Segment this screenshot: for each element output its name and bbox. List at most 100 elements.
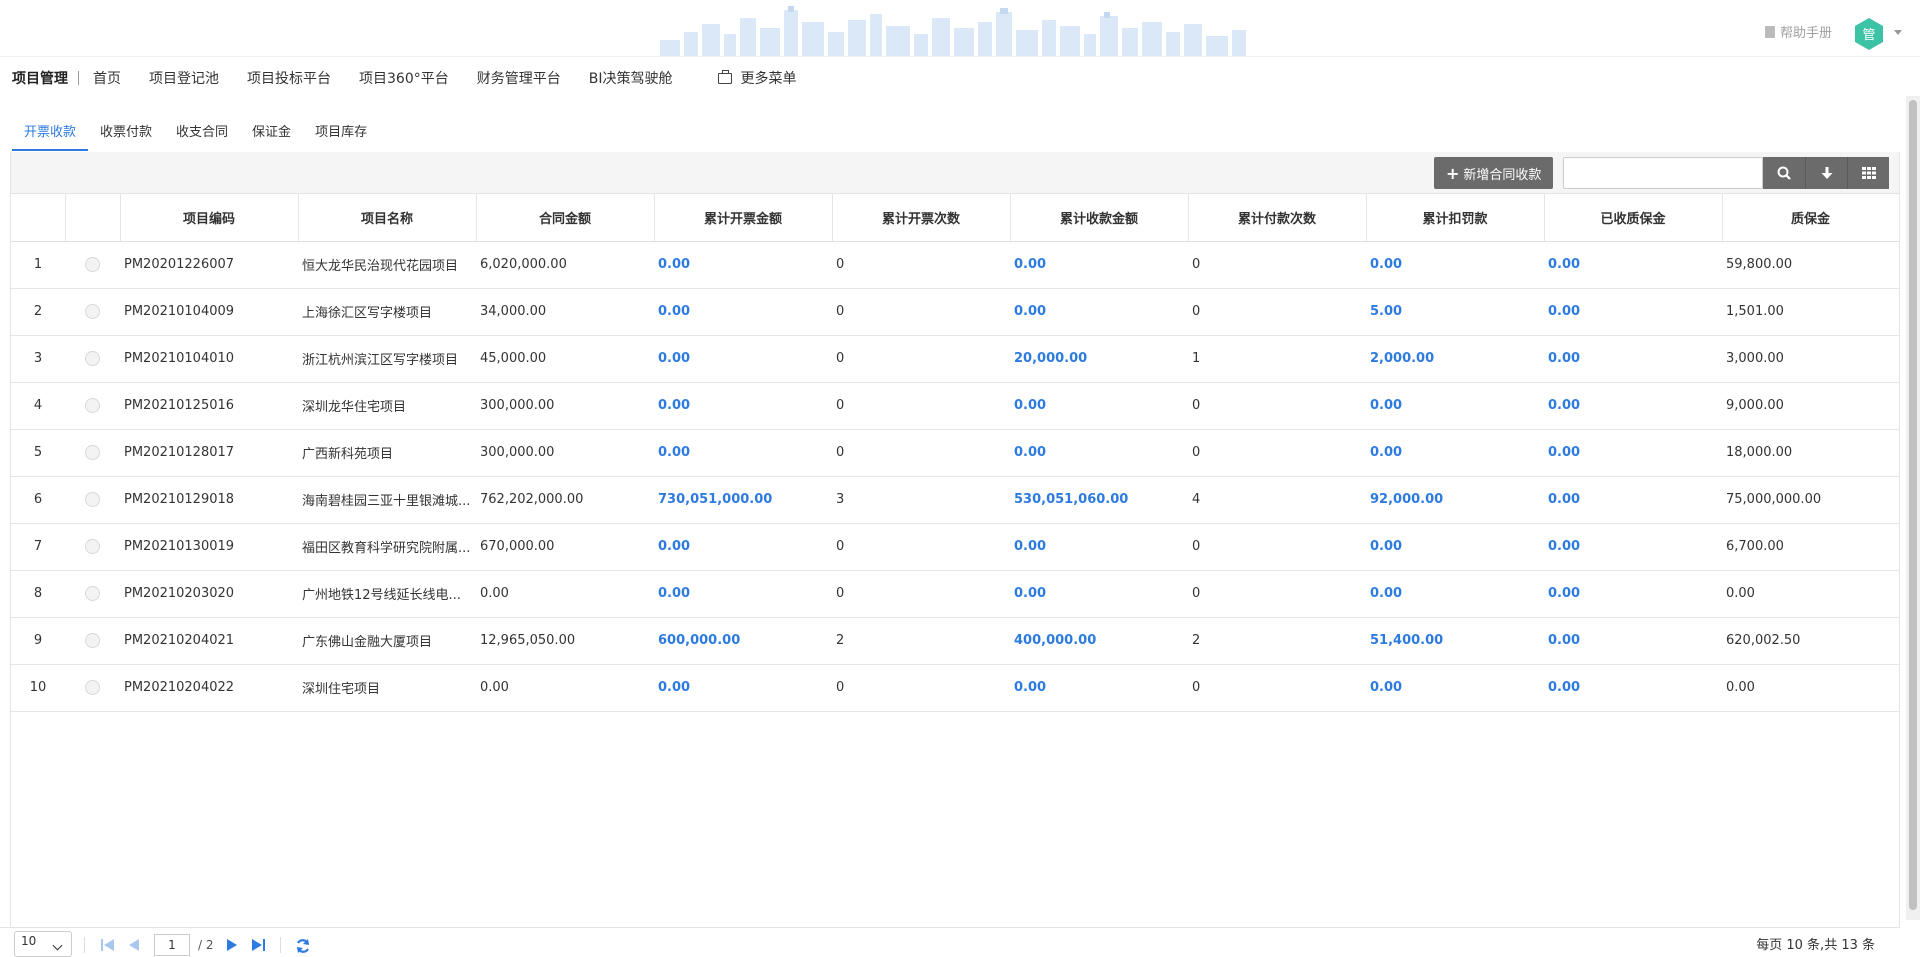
table-cell[interactable]: 0.00 [1366, 241, 1544, 289]
row-select-cell[interactable] [65, 429, 120, 477]
next-page-icon[interactable] [226, 938, 238, 952]
table-row[interactable]: 4 PM20210125016 深圳龙华住宅项目 300,000.00 0.00 0 0.0… [11, 382, 1899, 430]
add-contract-receipt-button[interactable]: + 新增合同收款 [1434, 157, 1554, 189]
column-header[interactable]: 已收质保金 [1544, 194, 1723, 242]
row-radio[interactable] [85, 398, 100, 413]
column-header[interactable]: 项目名称 [298, 194, 477, 242]
table-cell[interactable]: 0.00 [1366, 523, 1544, 571]
table-cell[interactable]: 0.00 [1010, 382, 1188, 430]
row-radio[interactable] [85, 680, 100, 695]
table-cell[interactable]: 0.00 [1366, 570, 1544, 618]
row-select-cell[interactable] [65, 241, 120, 289]
row-select-cell[interactable] [65, 523, 120, 571]
column-header[interactable]: 合同金额 [476, 194, 655, 242]
table-cell[interactable]: 0.00 [1544, 664, 1722, 712]
column-header[interactable]: 累计收款金额 [1010, 194, 1189, 242]
tab-invoice-receipt[interactable]: 开票收款 [12, 121, 89, 151]
table-cell[interactable]: 0.00 [1544, 570, 1722, 618]
nav-item-finance[interactable]: 财务管理平台 [477, 68, 561, 88]
row-radio[interactable] [85, 351, 100, 366]
table-row[interactable]: 7 PM20210130019 福田区教育科学研究院附属... 670,000.00 0… [11, 523, 1899, 571]
row-select-cell[interactable] [65, 335, 120, 383]
table-row[interactable]: 8 PM20210203020 广州地铁12号线延长线电... 0.00 0.00 0 0.… [11, 570, 1899, 618]
row-radio[interactable] [85, 633, 100, 648]
first-page-icon[interactable] [100, 938, 116, 952]
user-avatar[interactable]: 管 [1852, 17, 1886, 51]
column-header[interactable]: 累计开票次数 [832, 194, 1011, 242]
table-cell[interactable]: 530,051,060.00 [1010, 476, 1188, 524]
prev-page-icon[interactable] [128, 938, 140, 952]
help-manual-link[interactable]: 帮助手册 [1764, 22, 1832, 41]
search-input[interactable] [1563, 157, 1763, 189]
row-select-cell[interactable] [65, 664, 120, 712]
table-cell[interactable]: 0.00 [1366, 664, 1544, 712]
table-cell[interactable]: 92,000.00 [1366, 476, 1544, 524]
avatar-caret-icon[interactable] [1894, 30, 1902, 35]
table-cell[interactable]: 0.00 [1010, 664, 1188, 712]
table-cell[interactable]: 0.00 [1544, 429, 1722, 477]
row-select-cell[interactable] [65, 288, 120, 336]
nav-item-home[interactable]: 首页 [93, 68, 121, 88]
table-cell[interactable]: 0.00 [654, 382, 832, 430]
table-cell[interactable]: 0.00 [654, 241, 832, 289]
current-page-input[interactable]: 1 [154, 934, 190, 956]
row-radio[interactable] [85, 492, 100, 507]
column-header[interactable]: 累计付款次数 [1188, 194, 1367, 242]
search-button[interactable] [1763, 157, 1805, 189]
export-button[interactable] [1805, 157, 1847, 189]
nav-item-bi[interactable]: BI决策驾驶舱 [589, 68, 673, 88]
table-cell[interactable]: 0.00 [1010, 288, 1188, 336]
table-cell[interactable]: 0.00 [654, 664, 832, 712]
column-header[interactable]: 累计扣罚款 [1366, 194, 1545, 242]
table-row[interactable]: 1 PM20201226007 恒大龙华民治现代花园项目 6,020,000.00 0.… [11, 241, 1899, 289]
row-radio[interactable] [85, 586, 100, 601]
table-cell[interactable]: 0.00 [1544, 523, 1722, 571]
table-row[interactable]: 2 PM20210104009 上海徐汇区写字楼项目 34,000.00 0.00 0 0.… [11, 288, 1899, 336]
table-cell[interactable]: 0.00 [1010, 570, 1188, 618]
table-cell[interactable]: 0.00 [654, 429, 832, 477]
table-row[interactable]: 9 PM20210204021 广东佛山金融大厦项目 12,965,050.00 600… [11, 617, 1899, 665]
row-radio[interactable] [85, 304, 100, 319]
table-cell[interactable]: 0.00 [1544, 335, 1722, 383]
row-select-cell[interactable] [65, 617, 120, 665]
nav-item-bidding[interactable]: 项目投标平台 [247, 68, 331, 88]
nav-more-menu[interactable]: 更多菜单 [718, 68, 796, 88]
table-cell[interactable]: 0.00 [1544, 382, 1722, 430]
scrollbar-thumb[interactable] [1909, 100, 1917, 910]
table-row[interactable]: 3 PM20210104010 浙江杭州滨江区写字楼项目 45,000.00 0.00 0… [11, 335, 1899, 383]
tab-deposit[interactable]: 保证金 [240, 121, 303, 151]
table-cell[interactable]: 0.00 [1010, 429, 1188, 477]
nav-item-project360[interactable]: 项目360°平台 [359, 68, 449, 88]
table-cell[interactable]: 0.00 [1544, 241, 1722, 289]
vertical-scrollbar[interactable] [1906, 96, 1920, 920]
table-cell[interactable]: 0.00 [654, 335, 832, 383]
table-cell[interactable]: 730,051,000.00 [654, 476, 832, 524]
column-header[interactable]: 项目编码 [120, 194, 299, 242]
column-header[interactable]: 累计开票金额 [654, 194, 833, 242]
table-cell[interactable]: 0.00 [1544, 288, 1722, 336]
row-select-cell[interactable] [65, 476, 120, 524]
table-row[interactable]: 5 PM20210128017 广西新科苑项目 300,000.00 0.00 0 0.00… [11, 429, 1899, 477]
table-cell[interactable]: 0.00 [1544, 617, 1722, 665]
nav-item-registry[interactable]: 项目登记池 [149, 68, 219, 88]
refresh-icon[interactable] [295, 938, 311, 954]
table-cell[interactable]: 0.00 [1366, 382, 1544, 430]
tab-contracts[interactable]: 收支合同 [164, 121, 240, 151]
table-cell[interactable]: 0.00 [654, 570, 832, 618]
table-cell[interactable]: 20,000.00 [1010, 335, 1188, 383]
table-cell[interactable]: 0.00 [654, 523, 832, 571]
column-settings-button[interactable] [1847, 157, 1889, 189]
last-page-icon[interactable] [250, 938, 266, 952]
table-cell[interactable]: 0.00 [1010, 241, 1188, 289]
row-select-cell[interactable] [65, 570, 120, 618]
table-cell[interactable]: 5.00 [1366, 288, 1544, 336]
row-radio[interactable] [85, 445, 100, 460]
table-cell[interactable]: 0.00 [1010, 523, 1188, 571]
table-cell[interactable]: 400,000.00 [1010, 617, 1188, 665]
table-cell[interactable]: 51,400.00 [1366, 617, 1544, 665]
page-size-select[interactable]: 10 [14, 931, 72, 957]
table-row[interactable]: 6 PM20210129018 海南碧桂园三亚十里银滩城... 762,202,000… [11, 476, 1899, 524]
row-radio[interactable] [85, 539, 100, 554]
table-cell[interactable]: 600,000.00 [654, 617, 832, 665]
table-cell[interactable]: 0.00 [1544, 476, 1722, 524]
